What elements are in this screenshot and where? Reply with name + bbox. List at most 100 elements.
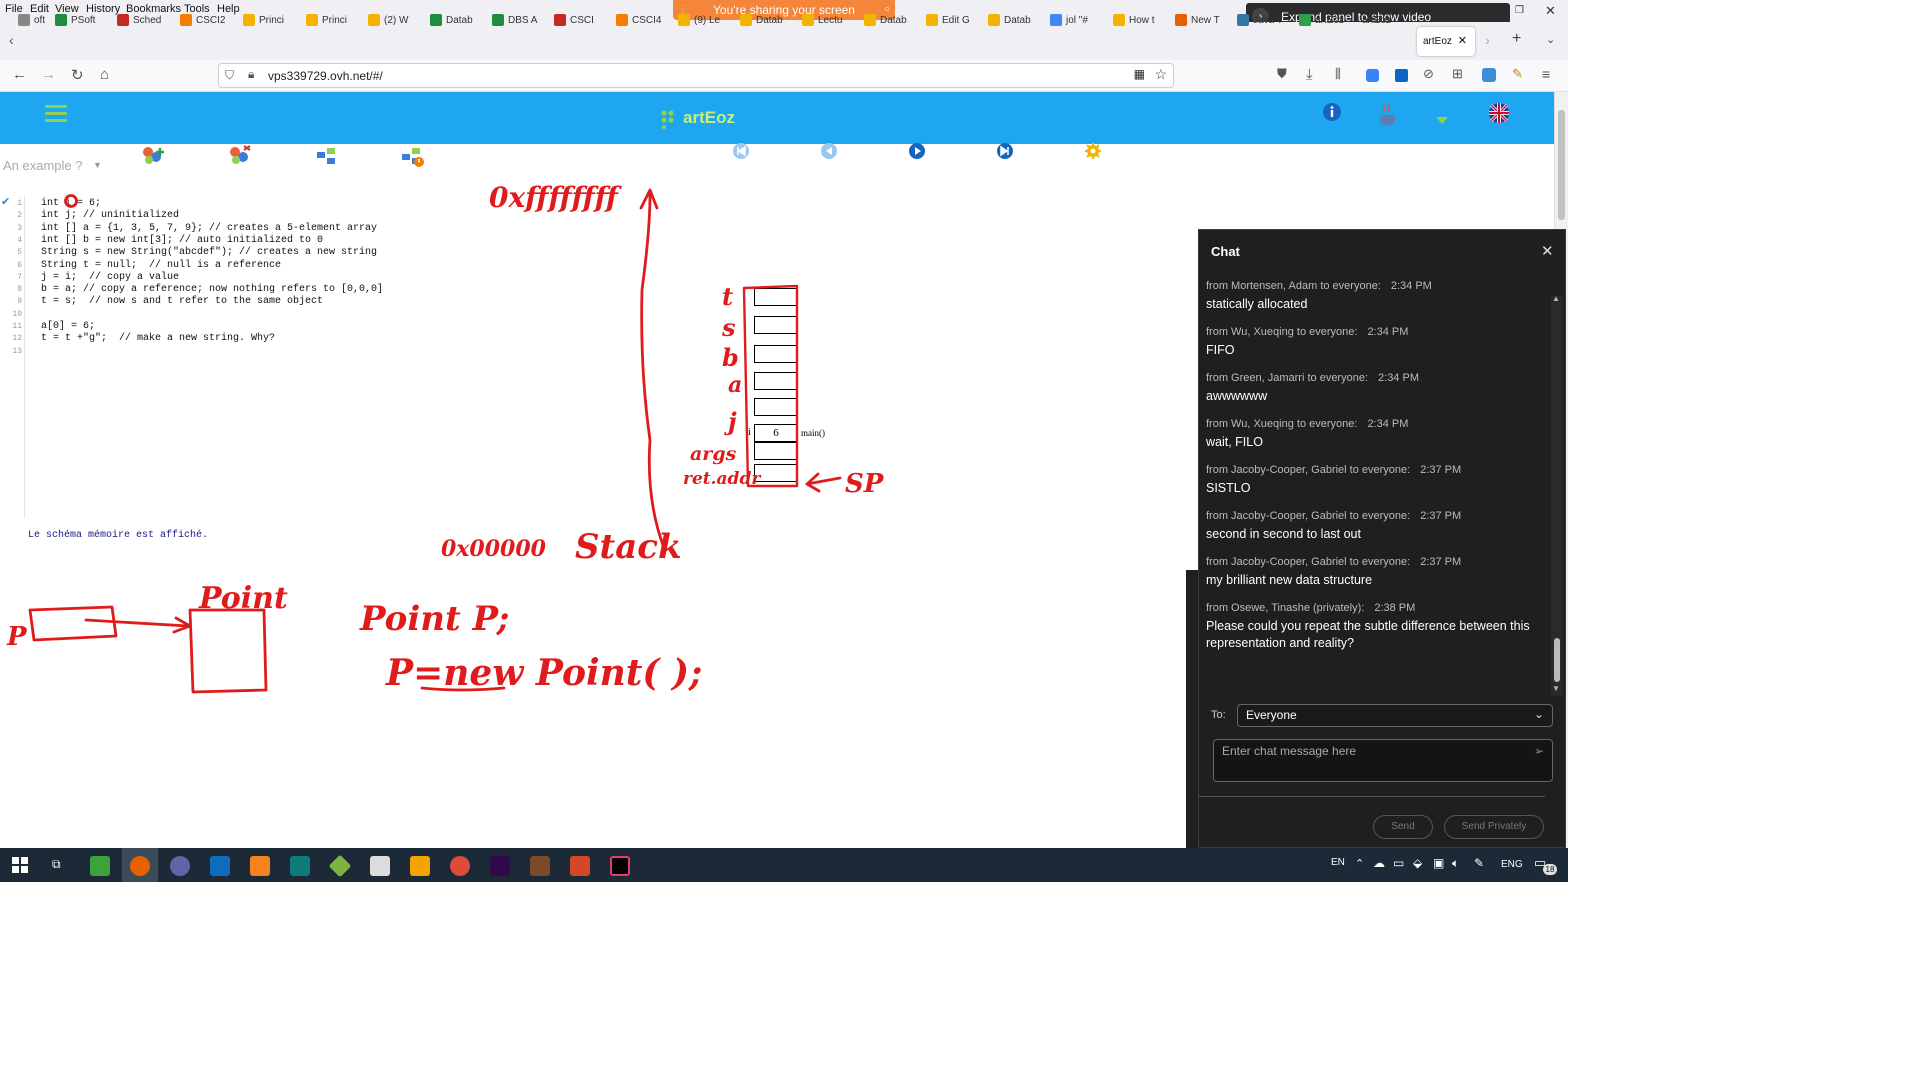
citrix-app-icon[interactable] bbox=[290, 856, 310, 876]
restore-icon[interactable]: ❐ bbox=[1515, 5, 1524, 16]
browser-tab[interactable]: How t bbox=[1113, 10, 1169, 30]
task-view-icon[interactable]: ⧉ bbox=[52, 857, 61, 872]
windows-start-icon[interactable] bbox=[12, 857, 28, 873]
chat-message-sender: from Green, Jamarri to everyone: bbox=[1206, 372, 1369, 384]
input-language[interactable]: EN bbox=[1331, 857, 1345, 868]
browser-tab[interactable]: artEoz bbox=[1299, 10, 1355, 30]
forward-icon[interactable]: → bbox=[41, 66, 56, 83]
volume-icon[interactable]: 🔈︎ bbox=[1452, 856, 1459, 871]
page-scroll-thumb[interactable] bbox=[1558, 110, 1565, 220]
send-button[interactable]: Send bbox=[1373, 815, 1433, 839]
list-tabs-icon[interactable]: ⌄ bbox=[1546, 33, 1555, 46]
chat-message-text: statically allocated bbox=[1206, 297, 1308, 311]
downloads-icon[interactable]: ⤓ bbox=[1306, 66, 1313, 83]
browser-tab[interactable]: artEoz bbox=[1358, 10, 1416, 30]
window-close-icon[interactable]: ✕ bbox=[1545, 3, 1556, 19]
browser-tab[interactable]: CSCI2 bbox=[180, 10, 236, 30]
qr-code-icon[interactable]: ▦ bbox=[1134, 67, 1145, 81]
tray-chevron-icon[interactable]: ⌃ bbox=[1355, 857, 1364, 870]
browser-tab[interactable]: PSoft bbox=[55, 10, 111, 30]
network-icon[interactable]: ▣ bbox=[1433, 856, 1444, 870]
intellij-app-icon[interactable] bbox=[490, 856, 510, 876]
extension-icon[interactable] bbox=[1366, 69, 1379, 82]
browser-tab[interactable]: New T bbox=[1175, 10, 1231, 30]
hamburger-menu-icon[interactable] bbox=[45, 105, 67, 126]
browser-tab[interactable]: Princi bbox=[306, 10, 362, 30]
tab-close-icon[interactable]: ✕ bbox=[1458, 34, 1467, 47]
circle-mark bbox=[64, 194, 78, 208]
browser-tab[interactable]: CSCI4 bbox=[616, 10, 672, 30]
extensions-icon[interactable]: ⊞ bbox=[1452, 66, 1463, 82]
outlook-app-icon[interactable] bbox=[210, 856, 230, 876]
url-bar[interactable]: ⛉ 🔒︎ vps339729.ovh.net/#/ ▦ ☆ bbox=[218, 63, 1174, 88]
battery-icon[interactable]: ▭ bbox=[1393, 856, 1404, 870]
browser-tab[interactable]: Datab bbox=[430, 10, 486, 30]
tab-arteoz-active[interactable]: artEoz ✕ bbox=[1417, 27, 1475, 56]
powerpoint-app-icon[interactable] bbox=[570, 856, 590, 876]
s-extension-icon[interactable] bbox=[1482, 68, 1496, 82]
back-icon[interactable]: ← bbox=[12, 66, 27, 83]
chevron-down-icon[interactable]: ⌄ bbox=[1534, 707, 1544, 721]
send-icon[interactable]: ➢ bbox=[1534, 744, 1544, 758]
bookmark-star-icon[interactable]: ☆ bbox=[1154, 66, 1167, 83]
shield-extension-icon[interactable]: ⊘ bbox=[1423, 66, 1434, 82]
virtualbox-app-icon[interactable] bbox=[370, 856, 390, 876]
library-icon[interactable]: ⫼ bbox=[1335, 66, 1341, 82]
browser-tab[interactable]: jol "# bbox=[1050, 10, 1106, 30]
onedrive-icon[interactable]: ☁ bbox=[1373, 856, 1385, 870]
jetbrains-app-icon[interactable] bbox=[610, 856, 630, 876]
uk-flag-icon[interactable] bbox=[1488, 102, 1510, 124]
keyboard-layout[interactable]: ENG bbox=[1501, 859, 1523, 870]
toolbox-app-icon[interactable] bbox=[410, 856, 430, 876]
send-privately-button[interactable]: Send Privately bbox=[1444, 815, 1544, 839]
browser-tab[interactable]: Datab bbox=[864, 10, 920, 30]
chrome-app-icon[interactable] bbox=[450, 856, 470, 876]
browser-tab[interactable]: (2) W bbox=[368, 10, 424, 30]
reference-arrow bbox=[84, 618, 190, 628]
browser-tab[interactable]: CSCI bbox=[554, 10, 610, 30]
point-class-label: Point bbox=[198, 581, 288, 616]
lock-icon[interactable]: 🔒︎ bbox=[248, 67, 254, 82]
app-menu-icon[interactable]: ≡ bbox=[1542, 66, 1550, 82]
browser-tab[interactable]: Java T bbox=[1237, 10, 1293, 30]
pocket-icon[interactable]: ⛊ bbox=[1277, 66, 1287, 82]
new-tab-icon[interactable]: + bbox=[1512, 30, 1521, 48]
slack-app-icon[interactable] bbox=[170, 856, 190, 876]
language-dropdown-icon[interactable] bbox=[1435, 116, 1449, 125]
tabs-scroll-left-icon[interactable]: ‹ bbox=[9, 32, 14, 48]
browser-tab[interactable]: Edit G bbox=[926, 10, 982, 30]
reload-icon[interactable]: ↻ bbox=[71, 66, 84, 84]
terminal-app-icon[interactable] bbox=[530, 856, 550, 876]
paint-extension-icon[interactable]: ✎ bbox=[1512, 66, 1523, 82]
firefox-app-icon[interactable] bbox=[130, 856, 150, 876]
chat-close-icon[interactable]: ✕ bbox=[1541, 242, 1554, 260]
scroll-up-icon[interactable]: ▲ bbox=[1552, 294, 1560, 303]
tabs-scroll-right-icon[interactable]: › bbox=[1485, 32, 1490, 48]
url-text[interactable]: vps339729.ovh.net/#/ bbox=[268, 69, 383, 83]
java-cup-icon[interactable] bbox=[1377, 102, 1399, 128]
chat-message-input[interactable]: Enter chat message here bbox=[1213, 739, 1553, 782]
chat-message-text: wait, FILO bbox=[1206, 435, 1263, 449]
info-icon[interactable] bbox=[1322, 102, 1342, 122]
browser-tab[interactable]: Datab bbox=[740, 10, 796, 30]
sublime-app-icon[interactable] bbox=[250, 856, 270, 876]
dropbox-icon[interactable]: ⬙ bbox=[1413, 856, 1422, 870]
notepad-app-icon[interactable] bbox=[90, 856, 110, 876]
scroll-down-icon[interactable]: ▼ bbox=[1552, 684, 1560, 693]
recipient-select[interactable]: Everyone ⌄ bbox=[1237, 704, 1553, 727]
chat-scroll-thumb[interactable] bbox=[1554, 638, 1560, 682]
save-extension-icon[interactable] bbox=[1395, 69, 1408, 82]
chat-message-time: 2:37 PM bbox=[1420, 464, 1462, 476]
pen-icon[interactable]: ✎ bbox=[1474, 856, 1484, 870]
home-icon[interactable]: ⌂ bbox=[100, 66, 109, 83]
browser-tab[interactable]: DBS A bbox=[492, 10, 548, 30]
shield-icon[interactable]: ⛉ bbox=[225, 68, 234, 83]
browser-tab[interactable]: Princi bbox=[243, 10, 299, 30]
browser-tab[interactable]: (9) Le bbox=[678, 10, 734, 30]
chat-scrollbar[interactable]: ▲ ▼ bbox=[1551, 294, 1563, 696]
notifications-icon[interactable]: ▭ 18 bbox=[1534, 855, 1557, 875]
browser-tab[interactable]: Datab bbox=[988, 10, 1044, 30]
browser-tab[interactable]: Sched bbox=[117, 10, 173, 30]
chat-title: Chat bbox=[1211, 244, 1240, 259]
browser-tab[interactable]: Lectu bbox=[802, 10, 858, 30]
